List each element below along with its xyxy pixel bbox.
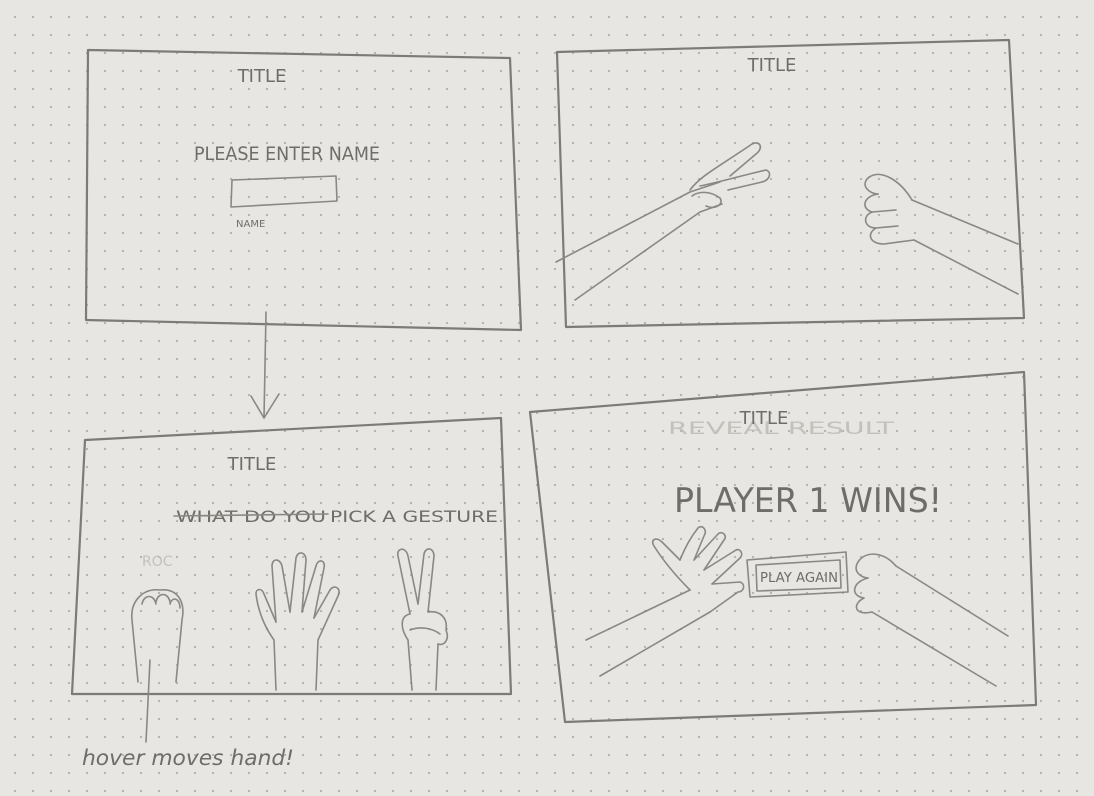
hover-note: hover moves hand! — [82, 746, 294, 770]
panel-2-title: TITLE — [747, 55, 797, 76]
name-input-box[interactable] — [230, 175, 338, 208]
paper-gesture-option[interactable] — [255, 552, 340, 691]
struck-out-text: WHAT DO YOU — [176, 507, 326, 526]
panel-3-title: TITLE — [227, 454, 277, 475]
panel-3-frame — [70, 416, 513, 696]
result-message: PLAYER 1 WINS! — [674, 481, 942, 521]
name-input-label: NAME — [236, 219, 265, 230]
storyboard-sketch: TITLE PLEASE ENTER NAME NAME TITLE TITLE… — [70, 38, 1038, 770]
flow-arrow — [250, 311, 280, 419]
rock-gesture-option[interactable] — [131, 589, 184, 683]
play-again-label: PLAY AGAIN — [760, 571, 838, 586]
panel-name-entry: TITLE PLEASE ENTER NAME NAME — [84, 48, 523, 332]
faint-label: ROC — [142, 554, 173, 570]
panel-2-frame — [555, 38, 1026, 329]
rock-hand-right — [864, 173, 1019, 295]
hover-annotation: hover moves hand! — [82, 659, 294, 770]
panel-1-title: TITLE — [237, 66, 287, 87]
panel-hands-faceoff: TITLE — [555, 38, 1026, 329]
paper-hand-left — [585, 525, 745, 677]
play-again-button[interactable]: PLAY AGAIN — [746, 551, 849, 598]
panel-4-title: TITLE — [739, 408, 789, 429]
scissors-hand-left — [555, 142, 771, 301]
panel-1-frame — [84, 48, 523, 332]
panel-gesture-picker: TITLE WHAT DO YOU PICK A GESTURE ROC — [70, 416, 513, 696]
rock-hand-right — [853, 553, 1009, 687]
scissors-gesture-option[interactable] — [396, 548, 449, 691]
panel-3-prompt: PICK A GESTURE — [330, 507, 498, 526]
panel-1-prompt: PLEASE ENTER NAME — [194, 143, 380, 165]
panel-result: REVEAL RESULT TITLE PLAYER 1 WINS! PLAY … — [528, 370, 1038, 724]
